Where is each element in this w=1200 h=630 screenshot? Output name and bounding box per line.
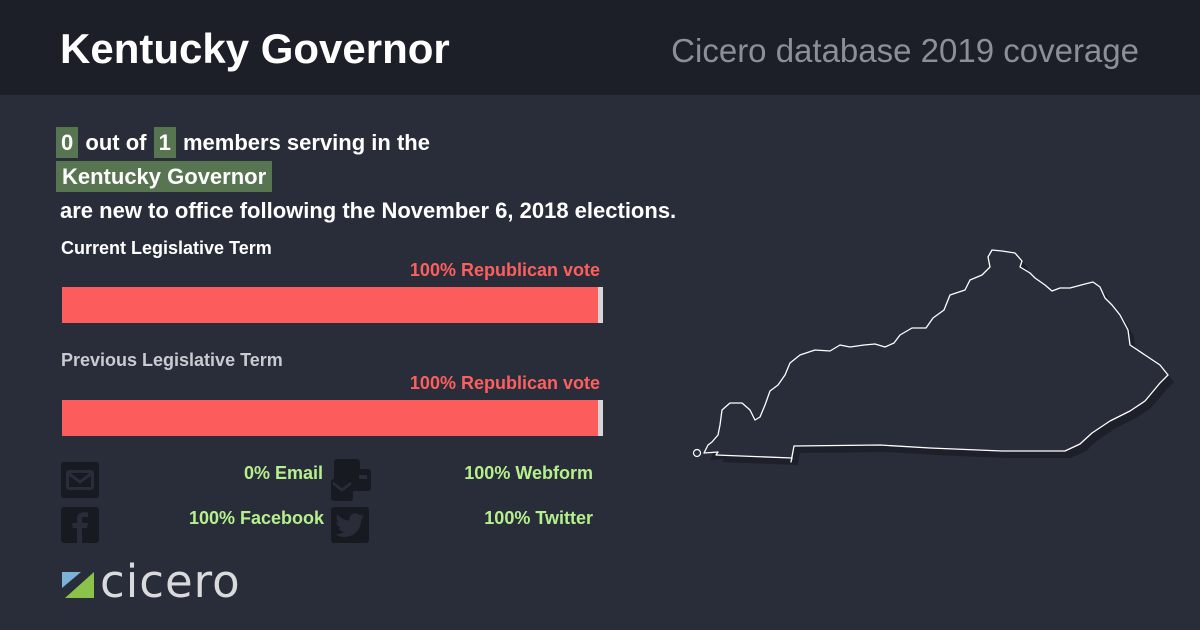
summary-line-2: Kentucky Governor [55,160,676,194]
summary-tail: are new to office following the November… [60,198,677,223]
previous-term-republican-fill [62,400,598,436]
previous-term-bar [62,400,603,436]
summary-text: 0 out of 1 members serving in the Kentuc… [55,126,676,228]
current-term-label: Current Legislative Term [61,238,272,258]
twitter-coverage: 100% Twitter [484,508,593,528]
facebook-icon [61,507,99,543]
page-subtitle: Cicero database 2019 coverage [671,32,1139,69]
current-term-bar [62,287,603,323]
email-coverage: 0% Email [243,463,323,483]
webform-coverage: 100% Webform [464,463,593,483]
email-icon [61,462,99,498]
twitter-icon [331,507,369,543]
page-title: Kentucky Governor [60,25,450,72]
current-term-vote-label: 100% Republican vote [409,260,600,280]
summary-line-1: 0 out of 1 members serving in the [55,126,676,160]
cicero-logo-text: cicero [100,555,241,608]
new-count: 0 [56,127,79,158]
total-count: 1 [153,127,176,158]
header-bar: Kentucky Governor Cicero database 2019 c… [0,0,1200,95]
kentucky-map [692,249,1174,469]
cicero-logo: cicero [62,555,241,608]
previous-term-vote-label: 100% Republican vote [409,373,600,393]
previous-term-label: Previous Legislative Term [61,350,283,370]
current-term-republican-fill [62,287,598,323]
body-name: Kentucky Governor [56,161,273,192]
members-text: members serving in the [182,130,430,155]
cicero-logo-mark-icon [62,572,94,598]
facebook-coverage: 100% Facebook [188,508,324,528]
webform-icon [331,459,371,501]
out-of-text: out of [85,130,147,155]
